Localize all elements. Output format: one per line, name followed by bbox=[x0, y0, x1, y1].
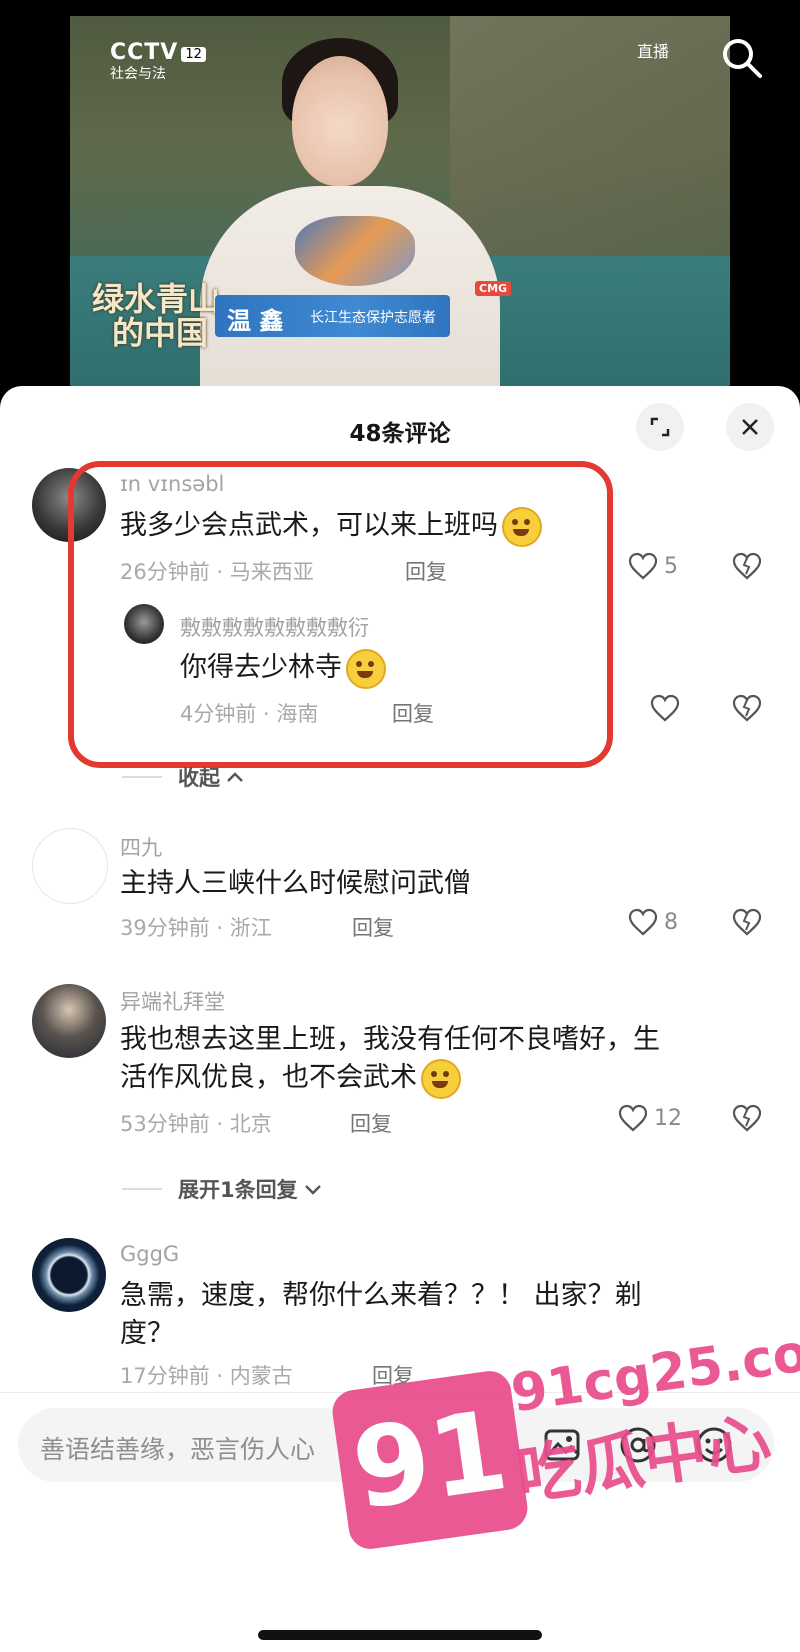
comment-time-location: 17分钟前 · 内蒙古 bbox=[120, 1364, 293, 1388]
like-button[interactable]: 5 bbox=[628, 552, 678, 580]
home-indicator[interactable] bbox=[258, 1630, 542, 1640]
channel-name: 社会与法 bbox=[110, 66, 166, 82]
comment-text-content: 活作风优良，也不会武术 bbox=[120, 1062, 417, 1093]
comment-time-location: 53分钟前 · 北京 bbox=[120, 1112, 272, 1136]
reply-button[interactable]: 回复 bbox=[352, 912, 394, 942]
collapse-replies-button[interactable]: 收起 bbox=[122, 762, 246, 792]
emoji-icon[interactable] bbox=[694, 1425, 734, 1465]
like-button[interactable]: 8 bbox=[628, 908, 678, 936]
heart-icon bbox=[650, 694, 680, 722]
reply-button[interactable]: 回复 bbox=[372, 1360, 414, 1390]
show-title-logo: 绿水青山 的中国 bbox=[92, 282, 220, 350]
chevron-down-icon bbox=[304, 1185, 321, 1195]
grin-emoji-icon bbox=[421, 1058, 461, 1099]
red-highlight-box bbox=[68, 461, 613, 768]
comment-text-line2: 活作风优良，也不会武术 bbox=[120, 1058, 461, 1099]
broken-heart-icon bbox=[732, 552, 762, 580]
broken-heart-icon bbox=[732, 908, 762, 936]
show-title-line2: 的中国 bbox=[112, 314, 209, 352]
broken-heart-icon bbox=[732, 1104, 762, 1132]
heart-icon bbox=[618, 1104, 648, 1132]
divider-line bbox=[122, 776, 162, 778]
chevron-up-icon bbox=[227, 772, 243, 782]
comment-text-line1: 我也想去这里上班，我没有任何不良嗜好，生 bbox=[120, 1024, 660, 1055]
like-button[interactable] bbox=[650, 694, 680, 722]
presenter-scarf bbox=[295, 216, 415, 286]
search-icon[interactable] bbox=[720, 36, 764, 80]
avatar[interactable] bbox=[32, 828, 108, 904]
comment-text-line1: 急需，速度，帮你什么来着？？！ 出家？剃 bbox=[120, 1280, 642, 1311]
show-title-line1: 绿水青山 bbox=[92, 280, 221, 318]
close-button[interactable] bbox=[726, 403, 774, 451]
expand-button[interactable] bbox=[636, 403, 684, 451]
image-icon[interactable] bbox=[542, 1425, 582, 1465]
comment-username[interactable]: 四九 bbox=[120, 832, 162, 862]
comment-username[interactable]: GggG bbox=[120, 1242, 179, 1266]
broken-heart-icon bbox=[732, 694, 762, 722]
like-count: 8 bbox=[664, 909, 678, 935]
background-cliff bbox=[450, 16, 730, 276]
like-count: 5 bbox=[664, 553, 678, 579]
avatar[interactable] bbox=[32, 984, 106, 1058]
avatar[interactable] bbox=[32, 1238, 106, 1312]
comment-username[interactable]: 异端礼拜堂 bbox=[120, 986, 225, 1016]
cmg-badge: CMG bbox=[475, 281, 512, 296]
dislike-button[interactable] bbox=[732, 552, 762, 584]
presenter-name: 温 鑫 bbox=[227, 306, 284, 335]
dislike-button[interactable] bbox=[732, 1104, 762, 1136]
expand-label: 展开1条回复 bbox=[178, 1178, 298, 1202]
video-player[interactable]: CMG CCTV 12 社会与法 直播 绿水青山 的中国 温 鑫 长江生态保护志愿… bbox=[0, 0, 800, 395]
divider-line bbox=[122, 1188, 162, 1190]
presenter-title: 长江生态保护志愿者 bbox=[310, 310, 436, 326]
comment-input-placeholder: 善语结善缘，恶言伤人心 bbox=[40, 1435, 316, 1464]
comment-time-location: 39分钟前 · 浙江 bbox=[120, 916, 272, 940]
comments-sheet: 48条评论 ɪn vɪnsəbl 我多少会点武术，可以来上班吗 26分钟前 · … bbox=[0, 386, 800, 1652]
like-button[interactable]: 12 bbox=[618, 1104, 682, 1132]
channel-logo-text: CCTV bbox=[110, 40, 179, 65]
close-icon bbox=[742, 419, 758, 435]
dislike-button[interactable] bbox=[732, 694, 762, 726]
presenter-face bbox=[292, 56, 388, 186]
comment-text: 主持人三峡什么时候慰问武僧 bbox=[120, 868, 471, 899]
comment-text-line2: 度？ bbox=[120, 1318, 174, 1349]
like-count: 12 bbox=[654, 1105, 682, 1131]
input-divider bbox=[0, 1392, 800, 1393]
comment-input[interactable]: 善语结善缘，恶言伤人心 bbox=[18, 1408, 774, 1482]
presenter-caption: 温 鑫 长江生态保护志愿者 bbox=[215, 295, 450, 337]
dislike-button[interactable] bbox=[732, 908, 762, 940]
channel-number: 12 bbox=[181, 47, 206, 62]
channel-logo: CCTV 12 社会与法 bbox=[110, 40, 206, 83]
live-label: 直播 bbox=[637, 42, 670, 61]
mention-icon[interactable] bbox=[618, 1425, 658, 1465]
heart-icon bbox=[628, 552, 658, 580]
reply-button[interactable]: 回复 bbox=[350, 1108, 392, 1138]
expand-replies-button[interactable]: 展开1条回复 bbox=[122, 1174, 324, 1204]
heart-icon bbox=[628, 908, 658, 936]
collapse-label: 收起 bbox=[178, 766, 220, 790]
expand-icon bbox=[650, 417, 670, 437]
